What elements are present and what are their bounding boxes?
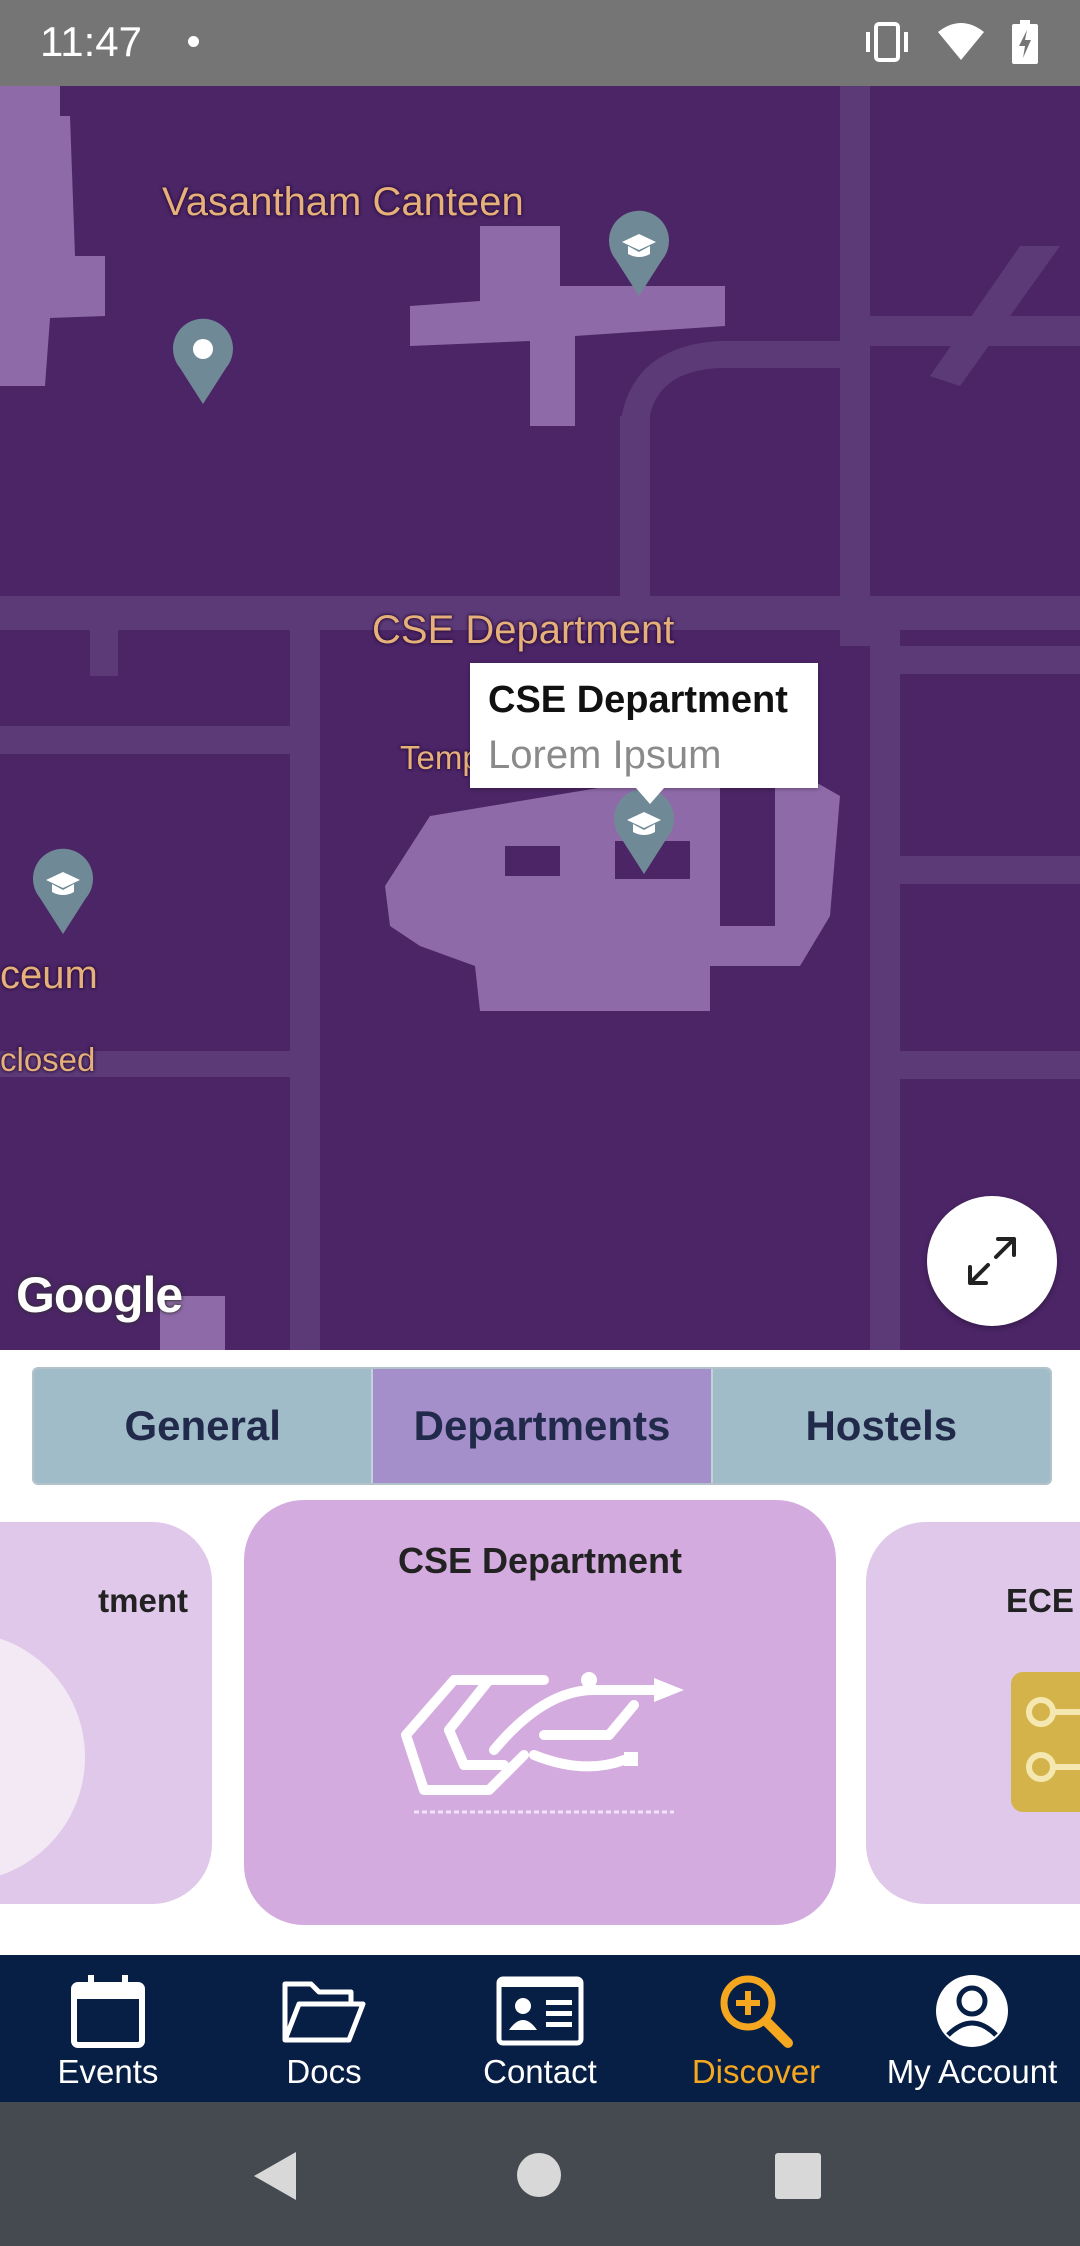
nav-label: Events — [57, 2053, 159, 2090]
tab-label: General — [124, 1402, 281, 1449]
card-title: ECE — [1006, 1582, 1074, 1619]
nav-label: Docs — [286, 2053, 362, 2090]
card-title: tment — [98, 1582, 188, 1619]
tab-departments[interactable]: Departments — [373, 1369, 713, 1483]
system-navigation-bar — [0, 2102, 1080, 2246]
google-attribution: Google — [16, 1267, 183, 1323]
nav-label: My Account — [886, 2053, 1058, 2090]
info-window-snippet: Lorem Ipsum — [488, 733, 722, 777]
category-tabs: General Departments Hostels — [32, 1367, 1052, 1485]
nav-discover[interactable]: Discover — [648, 1955, 864, 2102]
cse-usb-logo — [401, 1672, 684, 1814]
tab-label: Departments — [413, 1402, 671, 1449]
battery-charging-icon — [1012, 20, 1038, 64]
recents-icon[interactable] — [775, 2153, 821, 2199]
nav-contact[interactable]: Contact — [432, 1955, 648, 2102]
tab-general[interactable]: General — [34, 1369, 374, 1483]
nav-label: Contact — [483, 2053, 597, 2090]
map-pin-education-icon[interactable] — [606, 208, 672, 298]
department-carousel[interactable]: tment CSE Department ECE — [0, 1490, 1080, 1955]
department-card-left[interactable]: tment — [0, 1522, 212, 1904]
department-card-right[interactable]: ECE — [866, 1522, 1080, 1904]
department-logo — [0, 1638, 85, 1876]
bottom-navigation: Events Docs Contact Discover My Account — [0, 1955, 1080, 2102]
vibrate-icon — [866, 22, 908, 62]
department-card-cse[interactable]: CSE Department — [244, 1500, 836, 1925]
nav-events[interactable]: Events — [0, 1955, 216, 2102]
home-icon[interactable] — [516, 2152, 562, 2198]
tab-label: Hostels — [805, 1402, 958, 1449]
map-label-temp: Temp — [400, 739, 481, 776]
map-pin-education-icon[interactable] — [30, 846, 96, 936]
back-icon[interactable] — [250, 2150, 300, 2202]
contact-card-icon — [495, 1969, 585, 2053]
status-icons — [862, 20, 1040, 64]
notification-dot — [188, 36, 199, 47]
tab-hostels[interactable]: Hostels — [712, 1369, 1050, 1483]
expand-map-button[interactable] — [927, 1196, 1057, 1326]
nav-docs[interactable]: Docs — [216, 1955, 432, 2102]
search-plus-icon — [711, 1969, 801, 2053]
card-title: CSE Department — [397, 1540, 683, 1581]
account-circle-icon — [927, 1969, 1017, 2053]
map-label-lyceum: ceum — [0, 953, 98, 997]
calendar-icon — [63, 1969, 153, 2053]
map-view[interactable]: Vasantham Canteen CSE Department Temp ce… — [0, 86, 1080, 1350]
info-window-tail — [636, 788, 664, 804]
expand-icon — [968, 1237, 1016, 1285]
map-label-closed: closed — [0, 1041, 96, 1078]
map-label-cse: CSE Department — [372, 608, 675, 652]
map-info-window[interactable]: CSE Department Lorem Ipsum — [470, 663, 818, 804]
status-time: 11:47 — [40, 18, 142, 65]
status-bar: 11:47 — [0, 0, 1080, 86]
folder-open-icon — [279, 1969, 369, 2053]
info-window-title: CSE Department — [488, 679, 788, 721]
nav-my-account[interactable]: My Account — [864, 1955, 1080, 2102]
map-label-canteen: Vasantham Canteen — [162, 180, 524, 224]
wifi-icon — [938, 23, 984, 60]
nav-label: Discover — [691, 2053, 821, 2090]
ece-logo — [1011, 1672, 1080, 1812]
map-pin-location-icon[interactable] — [170, 316, 236, 406]
